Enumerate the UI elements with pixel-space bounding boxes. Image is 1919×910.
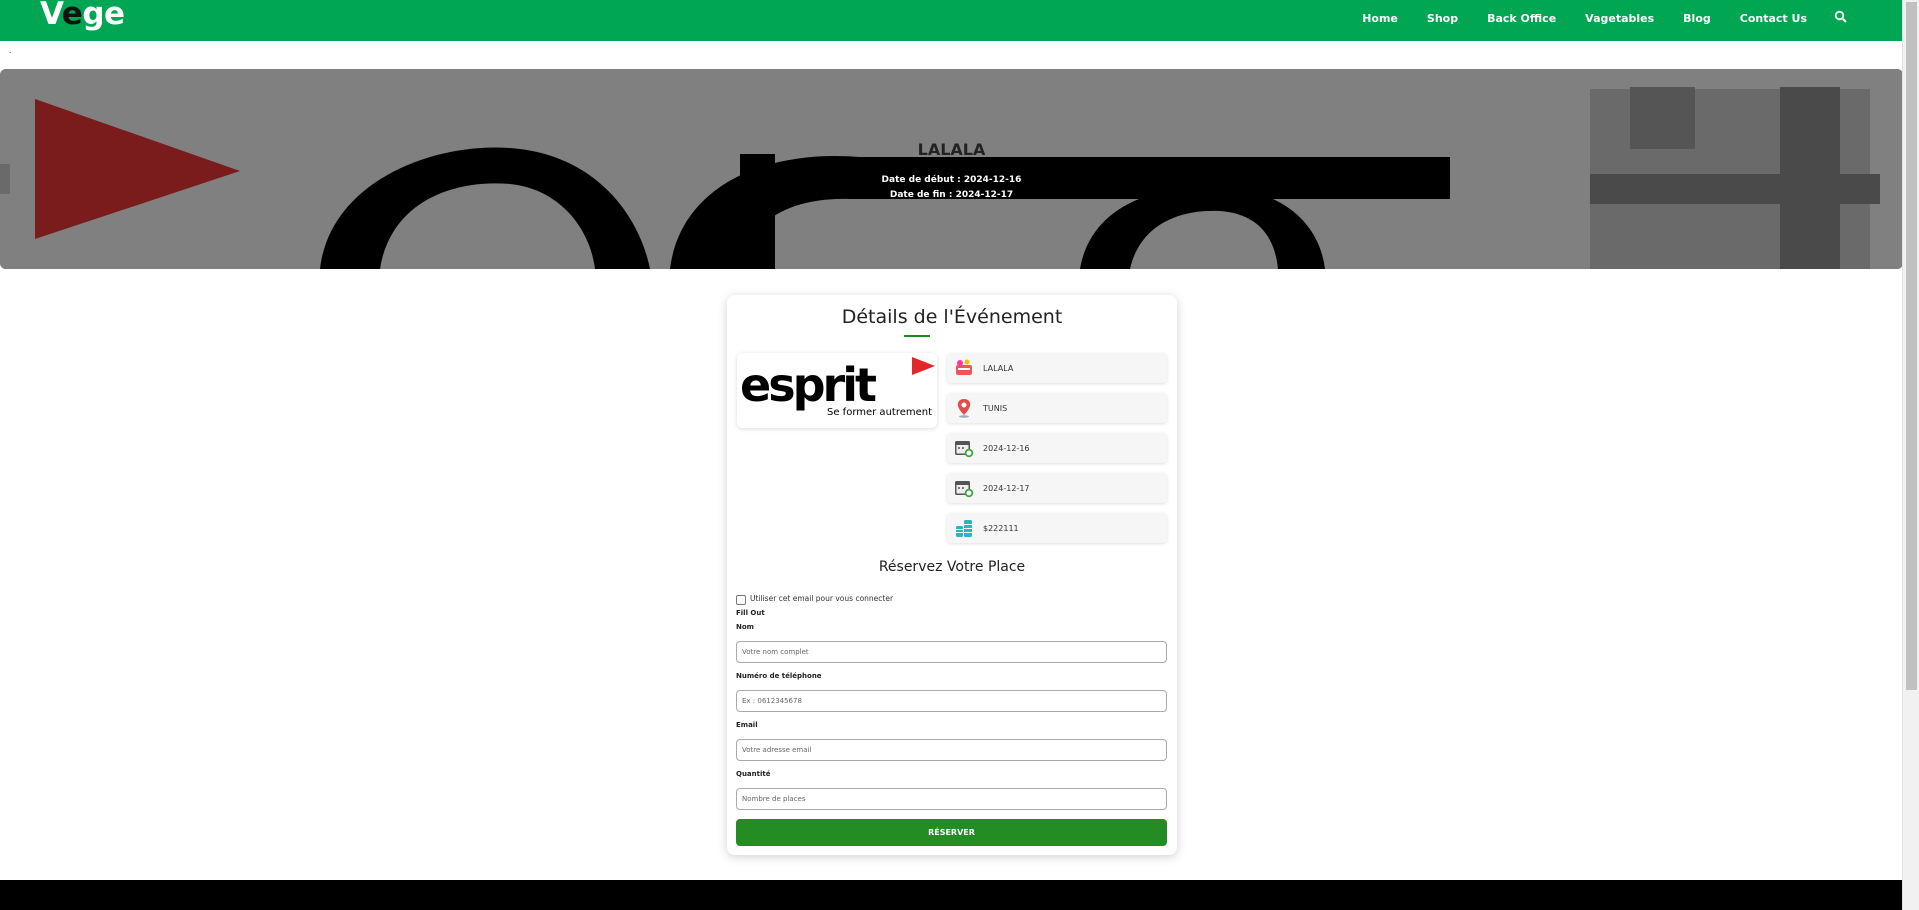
info-event-name: LALALA <box>947 353 1167 383</box>
nav-contact-us[interactable]: Contact Us <box>1740 12 1807 25</box>
event-title: LALALA <box>917 140 986 159</box>
nav-back-office[interactable]: Back Office <box>1487 12 1556 25</box>
quantity-field[interactable] <box>736 788 1167 810</box>
event-image: esprit Se former autrement <box>737 353 937 428</box>
page-scrollbar[interactable] <box>1902 0 1919 910</box>
email-field[interactable] <box>736 739 1167 761</box>
fill-out-label: Fill Out <box>736 609 765 617</box>
phone-label: Numéro de téléphone <box>736 672 822 680</box>
reservation-title: Réservez Votre Place <box>878 559 1026 575</box>
name-label: Nom <box>736 623 754 631</box>
info-start-date: 2024-12-16 <box>947 433 1167 463</box>
email-label: Email <box>736 721 758 729</box>
site-logo[interactable]: Vege <box>40 0 125 32</box>
use-email-checkbox[interactable] <box>736 595 746 605</box>
calendar-icon <box>953 477 975 499</box>
location-pin-icon <box>953 397 975 419</box>
hero-banner: LALALA Date de début : 2024-12-16 Date d… <box>0 69 1903 269</box>
nav-shop[interactable]: Shop <box>1427 12 1458 25</box>
title-underline <box>904 335 930 337</box>
esprit-logo: esprit Se former autrement <box>740 357 935 418</box>
event-icon <box>953 357 975 379</box>
scrollbar-thumb[interactable] <box>1906 2 1917 690</box>
info-price: $222111 <box>947 513 1167 543</box>
stray-dot: . <box>9 46 12 55</box>
event-end-date: Date de fin : 2024-12-17 <box>889 190 1014 200</box>
main-nav: Home Shop Back Office Vagetables Blog Co… <box>1333 12 1807 25</box>
reserve-button[interactable]: RÉSERVER <box>736 819 1167 846</box>
page-footer <box>0 880 1902 910</box>
coins-icon <box>953 517 975 539</box>
hero-background-image <box>0 69 1903 269</box>
calendar-icon <box>953 437 975 459</box>
nav-blog[interactable]: Blog <box>1683 12 1711 25</box>
event-start-date: Date de début : 2024-12-16 <box>881 175 1022 185</box>
quantity-label: Quantité <box>736 770 771 778</box>
info-end-date: 2024-12-17 <box>947 473 1167 503</box>
use-email-label: Utiliser cet email pour vous connecter <box>750 593 894 603</box>
info-location: TUNIS <box>947 393 1167 423</box>
nav-home[interactable]: Home <box>1362 12 1398 25</box>
nav-vegetables[interactable]: Vagetables <box>1585 12 1654 25</box>
svg-text:Se former autrement: Se former autrement <box>827 407 932 418</box>
use-email-option: Utiliser cet email pour vous connecter <box>736 591 893 605</box>
name-field[interactable] <box>736 641 1167 663</box>
phone-field[interactable] <box>736 690 1167 712</box>
event-details-card: Détails de l'Événement esprit Se former … <box>727 295 1177 855</box>
top-navbar: Vege Home Shop Back Office Vagetables Bl… <box>0 0 1902 41</box>
search-icon[interactable] <box>1834 10 1848 24</box>
card-title: Détails de l'Événement <box>841 306 1063 328</box>
